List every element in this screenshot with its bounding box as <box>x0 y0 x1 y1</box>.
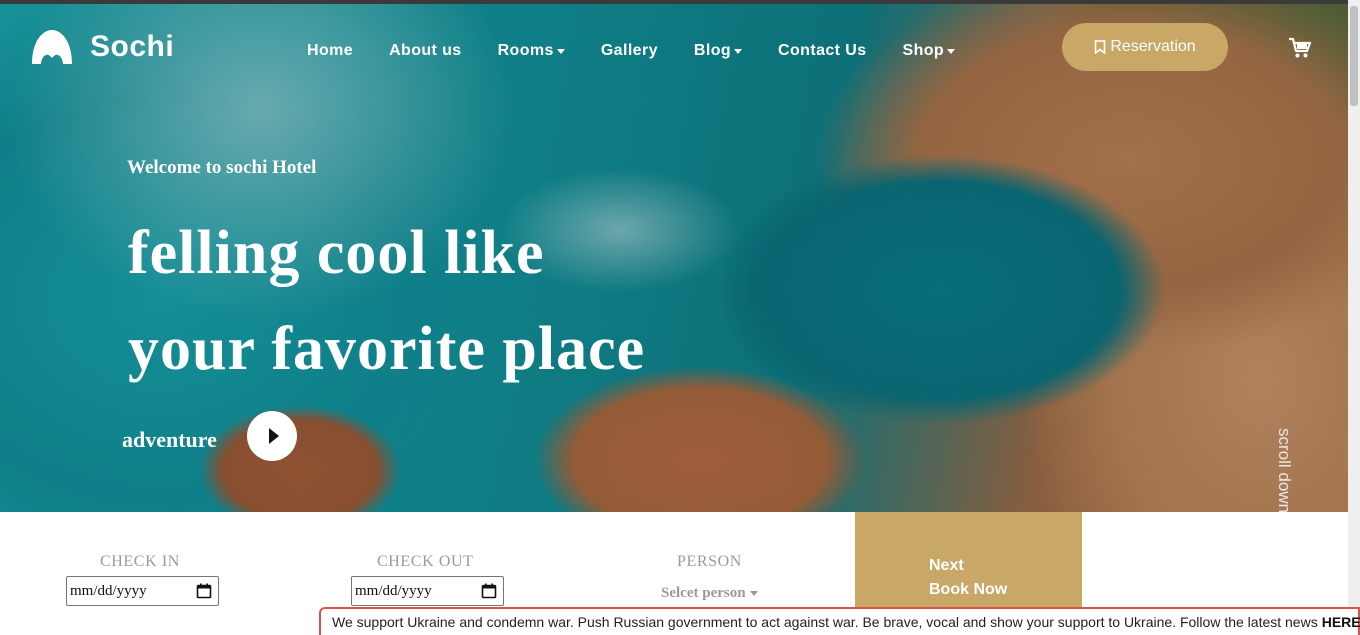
person-select-value: Selcet person <box>661 585 746 601</box>
nav-gallery-label: Gallery <box>600 42 658 59</box>
scroll-down-link[interactable]: scroll down <box>1272 428 1298 512</box>
caret-down-icon <box>749 591 758 596</box>
nav-blog[interactable]: Blog <box>693 42 743 60</box>
ukraine-support-banner: We support Ukraine and condemn war. Push… <box>319 607 1360 635</box>
check-out-label: CHECK OUT <box>377 553 474 570</box>
check-out-value: mm/dd/yyyy <box>355 582 432 599</box>
nav-home-label: Home <box>307 42 354 59</box>
calendar-icon[interactable] <box>196 583 212 599</box>
scroll-down-label: scroll down <box>1275 428 1294 512</box>
main-nav: Home About us Rooms Gallery Blog Contact… <box>307 42 991 60</box>
bookmark-icon <box>1095 40 1106 54</box>
caret-down-icon <box>947 48 956 54</box>
hero-headline: felling cool like your favorite place <box>128 205 645 397</box>
caret-down-icon <box>556 48 565 54</box>
play-video-button[interactable] <box>247 411 297 461</box>
nav-shop-label: Shop <box>902 42 945 59</box>
banner-text: We support Ukraine and condemn war. Push… <box>332 614 1318 630</box>
nav-home[interactable]: Home <box>307 42 353 60</box>
scrollbar-thumb[interactable] <box>1350 6 1358 106</box>
brand-name: Sochi <box>90 30 175 63</box>
nav-about-label: About us <box>389 42 462 59</box>
nav-blog-label: Blog <box>693 42 732 59</box>
reservation-label: Reservation <box>1110 38 1196 55</box>
play-icon <box>268 428 279 444</box>
book-now-text: Next Book Now <box>929 554 1007 602</box>
check-out-input[interactable]: mm/dd/yyyy <box>351 576 504 606</box>
book-now-label: Book Now <box>929 581 1008 598</box>
nav-contact-us[interactable]: Contact Us <box>778 42 866 60</box>
nav-rooms-label: Rooms <box>497 42 554 59</box>
hero-welcome: Welcome to sochi Hotel <box>127 157 317 178</box>
top-edge-bar <box>0 0 1360 4</box>
banner-here-link[interactable]: HERE <box>1322 614 1360 630</box>
nav-contact-label: Contact Us <box>778 42 867 59</box>
nav-shop[interactable]: Shop <box>903 42 956 60</box>
calendar-icon[interactable] <box>481 583 497 599</box>
brand-logo[interactable]: Sochi <box>30 28 174 66</box>
caret-down-icon <box>734 48 743 54</box>
next-label: Next <box>929 557 964 574</box>
mountain-logo-icon <box>32 30 72 64</box>
hero-headline-line2: your favorite place <box>128 315 646 383</box>
hero-headline-line1: felling cool like <box>128 219 545 287</box>
hero-adventure-text: adventure <box>122 427 217 452</box>
check-in-value: mm/dd/yyyy <box>70 582 147 599</box>
page-scrollbar[interactable] <box>1348 0 1360 635</box>
check-in-input[interactable]: mm/dd/yyyy <box>66 576 219 606</box>
check-in-label: CHECK IN <box>100 553 180 570</box>
cart-icon[interactable] <box>1288 37 1312 59</box>
nav-gallery[interactable]: Gallery <box>601 42 658 60</box>
person-label: PERSON <box>677 553 742 570</box>
nav-rooms[interactable]: Rooms <box>498 42 565 60</box>
hero-background: Sochi Home About us Rooms Gallery Blog C… <box>0 0 1348 512</box>
reservation-button[interactable]: Reservation <box>1062 23 1228 71</box>
person-select[interactable]: Selcet person <box>661 585 758 602</box>
nav-about-us[interactable]: About us <box>389 42 462 60</box>
